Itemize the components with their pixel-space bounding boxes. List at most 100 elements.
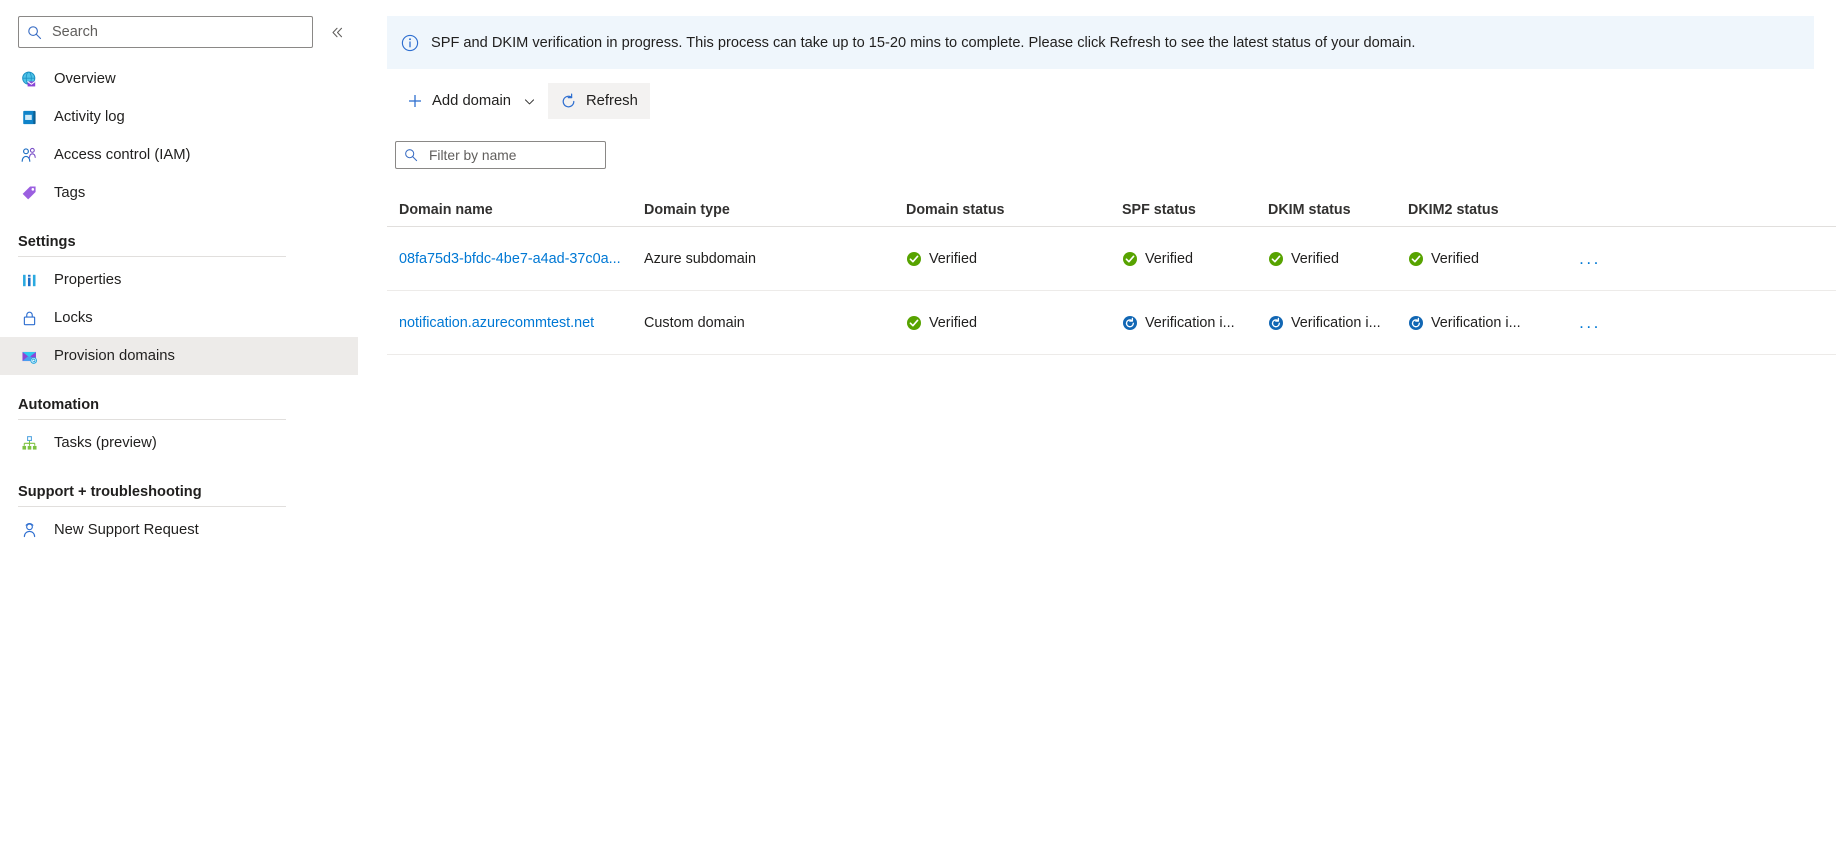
status-text: Verified bbox=[1431, 250, 1479, 267]
status-badge: Verified bbox=[1268, 251, 1396, 267]
column-header-dkim2-status[interactable]: DKIM2 status bbox=[1408, 202, 1560, 218]
access-control-people-icon bbox=[18, 144, 40, 166]
sidebar-item-provision-domains[interactable]: Provision domains bbox=[0, 337, 358, 375]
status-badge: Verified bbox=[1122, 251, 1256, 267]
check-circle-green-icon bbox=[1122, 251, 1138, 267]
domain-name-link[interactable]: notification.azurecommtest.net bbox=[399, 315, 594, 331]
chevron-down-icon[interactable] bbox=[523, 95, 536, 108]
sidebar-item-activity-log[interactable]: Activity log bbox=[0, 98, 387, 136]
check-circle-green-icon bbox=[906, 251, 922, 267]
cell-actions: ... bbox=[1560, 244, 1620, 274]
activity-log-icon bbox=[18, 106, 40, 128]
chevron-double-left-icon bbox=[331, 27, 342, 37]
search-icon bbox=[404, 148, 418, 162]
divider bbox=[18, 419, 286, 420]
sidebar-item-label: Activity log bbox=[54, 109, 125, 125]
column-header-domain-name[interactable]: Domain name bbox=[387, 202, 644, 218]
sidebar-collapse-button[interactable] bbox=[323, 18, 351, 46]
tags-icon bbox=[18, 182, 40, 204]
tasks-hierarchy-icon bbox=[18, 432, 40, 454]
sidebar-group-settings-items: Properties Locks Provision domains bbox=[0, 261, 387, 375]
check-circle-green-icon bbox=[1268, 251, 1284, 267]
cell-domain-type: Custom domain bbox=[644, 314, 745, 331]
in-progress-blue-icon bbox=[1122, 315, 1138, 331]
sidebar-item-overview[interactable]: Overview bbox=[0, 60, 387, 98]
refresh-label: Refresh bbox=[585, 93, 638, 109]
cell-dkim-status: Verified bbox=[1268, 251, 1408, 267]
status-badge: Verified bbox=[1408, 251, 1548, 267]
sidebar-group-title: Automation bbox=[18, 397, 100, 413]
main-content: SPF and DKIM verification in progress. T… bbox=[387, 0, 1836, 860]
status-text: Verified bbox=[1145, 250, 1193, 267]
status-text: Verified bbox=[1291, 250, 1339, 267]
refresh-button[interactable]: Refresh bbox=[547, 83, 650, 119]
sidebar-group-support-header: Support + troubleshooting bbox=[0, 484, 387, 507]
cell-domain-status: Verified bbox=[906, 315, 1122, 331]
check-circle-green-icon bbox=[1408, 251, 1424, 267]
sidebar-item-label: Overview bbox=[54, 71, 116, 87]
sidebar-group-settings-header: Settings bbox=[0, 234, 387, 257]
table-row[interactable]: 08fa75d3-bfdc-4be7-a4ad-37c0a... Azure s… bbox=[387, 227, 1836, 291]
sidebar-item-new-support-request[interactable]: New Support Request bbox=[0, 511, 387, 549]
filter-by-name-box[interactable] bbox=[395, 141, 606, 169]
sidebar-primary-nav: Overview Activity log Access control (IA… bbox=[0, 60, 387, 212]
cell-domain-status: Verified bbox=[906, 251, 1122, 267]
sidebar-item-tasks[interactable]: Tasks (preview) bbox=[0, 424, 387, 462]
sidebar-group-title: Settings bbox=[18, 234, 76, 250]
cell-dkim2-status: Verified bbox=[1408, 251, 1560, 267]
info-banner: SPF and DKIM verification in progress. T… bbox=[387, 16, 1814, 69]
divider bbox=[18, 256, 286, 257]
status-text: Verification i... bbox=[1431, 314, 1521, 331]
cell-dkim-status: Verification i... bbox=[1268, 315, 1408, 331]
column-header-domain-type[interactable]: Domain type bbox=[644, 202, 906, 218]
cell-spf-status: Verified bbox=[1122, 251, 1268, 267]
filter-row bbox=[387, 141, 1836, 169]
domains-table: Domain name Domain type Domain status SP… bbox=[387, 193, 1836, 355]
sidebar-item-access-control[interactable]: Access control (IAM) bbox=[0, 136, 387, 174]
support-person-icon bbox=[18, 519, 40, 541]
status-text: Verification i... bbox=[1291, 314, 1381, 331]
sidebar-group-title: Support + troubleshooting bbox=[18, 484, 202, 500]
refresh-icon bbox=[560, 93, 577, 110]
column-header-domain-status[interactable]: Domain status bbox=[906, 202, 1122, 218]
sidebar-search-box[interactable] bbox=[18, 16, 313, 48]
properties-bars-icon bbox=[18, 269, 40, 291]
add-domain-button[interactable]: Add domain bbox=[395, 83, 548, 119]
sidebar-item-label: Provision domains bbox=[54, 348, 175, 364]
cell-spf-status: Verification i... bbox=[1122, 315, 1268, 331]
table-header-row: Domain name Domain type Domain status SP… bbox=[387, 193, 1836, 227]
provision-domains-mail-icon bbox=[18, 345, 40, 367]
sidebar-item-label: Tasks (preview) bbox=[54, 435, 157, 451]
in-progress-blue-icon bbox=[1268, 315, 1284, 331]
sidebar-search-row bbox=[0, 16, 387, 48]
table-row[interactable]: notification.azurecommtest.net Custom do… bbox=[387, 291, 1836, 355]
overview-globe-mail-icon bbox=[18, 68, 40, 90]
filter-by-name-input[interactable] bbox=[427, 146, 597, 164]
sidebar: Overview Activity log bbox=[0, 0, 387, 860]
sidebar-group-automation-items: Tasks (preview) bbox=[0, 424, 387, 462]
sidebar-group-support-items: New Support Request bbox=[0, 511, 387, 549]
sidebar-item-label: Locks bbox=[54, 310, 93, 326]
sidebar-item-tags[interactable]: Tags bbox=[0, 174, 387, 212]
info-banner-message: SPF and DKIM verification in progress. T… bbox=[431, 34, 1416, 51]
domain-name-link[interactable]: 08fa75d3-bfdc-4be7-a4ad-37c0a... bbox=[399, 251, 621, 267]
cell-domain-name: 08fa75d3-bfdc-4be7-a4ad-37c0a... bbox=[387, 250, 644, 267]
check-circle-green-icon bbox=[906, 315, 922, 331]
app-root: Overview Activity log bbox=[0, 0, 1836, 860]
status-text: Verification i... bbox=[1145, 314, 1235, 331]
sidebar-item-locks[interactable]: Locks bbox=[0, 299, 387, 337]
lock-icon bbox=[18, 307, 40, 329]
column-header-dkim-status[interactable]: DKIM status bbox=[1268, 202, 1408, 218]
search-input[interactable] bbox=[50, 23, 304, 41]
search-icon bbox=[27, 25, 42, 40]
sidebar-group-automation-header: Automation bbox=[0, 397, 387, 420]
status-text: Verified bbox=[929, 314, 977, 331]
add-domain-label: Add domain bbox=[432, 93, 511, 109]
cell-domain-name: notification.azurecommtest.net bbox=[387, 314, 644, 331]
sidebar-item-properties[interactable]: Properties bbox=[0, 261, 387, 299]
status-badge: Verification i... bbox=[1122, 315, 1256, 331]
column-header-spf-status[interactable]: SPF status bbox=[1122, 202, 1268, 218]
ellipsis-icon[interactable]: ... bbox=[1575, 244, 1605, 274]
sidebar-item-label: New Support Request bbox=[54, 522, 199, 538]
ellipsis-icon[interactable]: ... bbox=[1575, 308, 1605, 338]
